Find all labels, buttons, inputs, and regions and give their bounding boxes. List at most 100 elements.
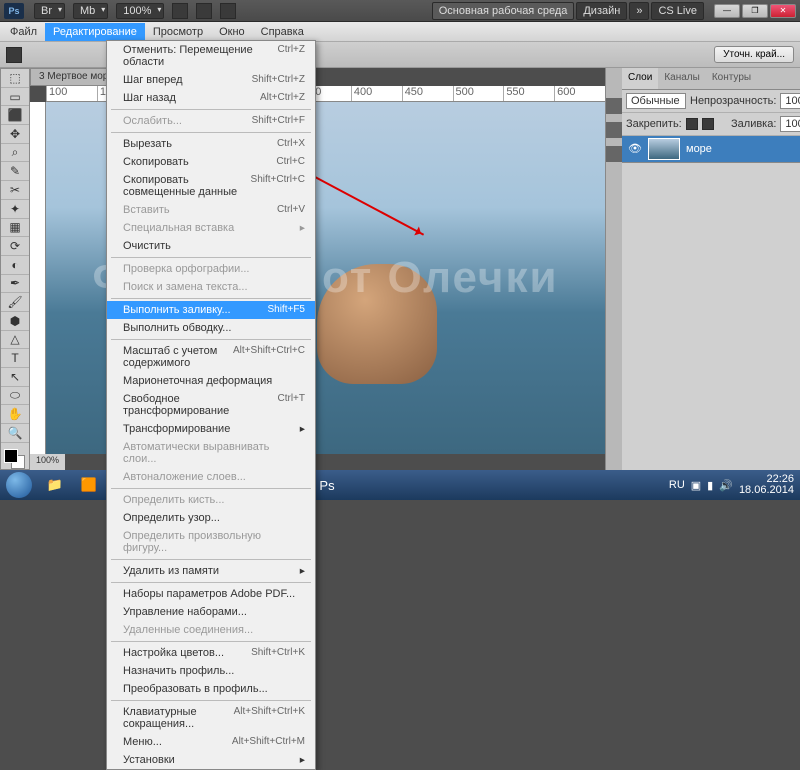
history-icon[interactable]: [606, 98, 622, 114]
tool-button[interactable]: ↖: [1, 368, 29, 387]
screenmode-icon[interactable]: [220, 3, 236, 19]
menu-item: Определить произвольную фигуру...: [107, 527, 315, 557]
refine-edge-button[interactable]: Уточн. край...: [714, 46, 794, 63]
fill-label: Заливка:: [731, 118, 776, 130]
minimize-button[interactable]: —: [714, 4, 740, 18]
task-photoshop-icon[interactable]: Ps: [312, 473, 342, 497]
menu-Просмотр[interactable]: Просмотр: [145, 23, 211, 41]
tray-network-icon[interactable]: ▮: [707, 479, 713, 492]
arrange-icon[interactable]: [196, 3, 212, 19]
cslive-button[interactable]: CS Live: [651, 2, 704, 20]
tool-button[interactable]: ✥: [1, 125, 29, 144]
app-titlebar: Ps Br Mb 100% Основная рабочая среда Диз…: [0, 0, 800, 22]
menu-item[interactable]: Настройка цветов...Shift+Ctrl+K: [107, 644, 315, 662]
menu-Справка[interactable]: Справка: [253, 23, 312, 41]
tray-flag-icon[interactable]: ▣: [691, 479, 701, 492]
tool-button[interactable]: T: [1, 349, 29, 368]
toolbox: ⬚▭⬛✥⌕✎✂✦▦⟳◐✒🖌⬢△T↖⬭✋🔍: [0, 68, 30, 470]
tool-button[interactable]: 🖌: [1, 293, 29, 312]
tool-button[interactable]: ⬢: [1, 312, 29, 331]
menu-item[interactable]: Выполнить обводку...: [107, 319, 315, 337]
workspace-more-button[interactable]: »: [629, 2, 649, 20]
lock-pixels-icon[interactable]: [686, 118, 698, 130]
menu-item[interactable]: Преобразовать в профиль...: [107, 680, 315, 698]
menu-item[interactable]: Трансформирование: [107, 420, 315, 438]
menu-item[interactable]: Выполнить заливку...Shift+F5: [107, 301, 315, 319]
layer-thumbnail[interactable]: [648, 138, 680, 160]
menu-item[interactable]: ВырезатьCtrl+X: [107, 135, 315, 153]
tool-button[interactable]: ✒: [1, 275, 29, 294]
tool-button[interactable]: ⟳: [1, 237, 29, 256]
menu-item[interactable]: Шаг назадAlt+Ctrl+Z: [107, 89, 315, 107]
menu-item: Проверка орфографии...: [107, 260, 315, 278]
menu-item[interactable]: Масштаб с учетом содержимогоAlt+Shift+Ct…: [107, 342, 315, 372]
marquee-tool-icon[interactable]: [6, 47, 22, 63]
tool-button[interactable]: ⬭: [1, 387, 29, 406]
tool-button[interactable]: △: [1, 331, 29, 350]
menu-item: Удаленные соединения...: [107, 621, 315, 639]
menu-item[interactable]: Удалить из памяти: [107, 562, 315, 580]
task-app-icon[interactable]: 🟧: [74, 473, 104, 497]
minibridge-dropdown[interactable]: Mb: [73, 3, 108, 19]
maximize-button[interactable]: ❐: [742, 4, 768, 18]
menu-item[interactable]: Наборы параметров Adobe PDF...: [107, 585, 315, 603]
menu-Окно[interactable]: Окно: [211, 23, 253, 41]
tool-button[interactable]: ◐: [1, 256, 29, 275]
character-icon[interactable]: [606, 122, 622, 138]
menu-Файл[interactable]: Файл: [2, 23, 45, 41]
panels: СлоиКаналыКонтуры Обычные Непрозрачность…: [605, 68, 800, 470]
menu-Редактирование[interactable]: Редактирование: [45, 23, 145, 41]
blend-mode-select[interactable]: Обычные: [626, 93, 686, 109]
bridge-dropdown[interactable]: Br: [34, 3, 65, 19]
workspace-design-button[interactable]: Дизайн: [576, 2, 627, 20]
windows-orb-icon: [6, 472, 32, 498]
paragraph-icon[interactable]: [606, 146, 622, 162]
menu-item[interactable]: Свободное трансформированиеCtrl+T: [107, 390, 315, 420]
tray-lang[interactable]: RU: [669, 479, 685, 491]
panel-tab-Каналы[interactable]: Каналы: [658, 68, 706, 89]
menu-item[interactable]: СкопироватьCtrl+C: [107, 153, 315, 171]
menu-item: ВставитьCtrl+V: [107, 201, 315, 219]
menu-item[interactable]: Шаг впередShift+Ctrl+Z: [107, 71, 315, 89]
menu-item[interactable]: Клавиатурные сокращения...Alt+Shift+Ctrl…: [107, 703, 315, 733]
tool-button[interactable]: ⬛: [1, 106, 29, 125]
tool-button[interactable]: 🔍: [1, 424, 29, 443]
layer-name[interactable]: море: [686, 143, 712, 155]
panel-tab-Слои[interactable]: Слои: [622, 68, 658, 89]
menu-item[interactable]: Меню...Alt+Shift+Ctrl+M: [107, 733, 315, 751]
fill-value[interactable]: 100%: [780, 116, 800, 132]
menu-item[interactable]: Назначить профиль...: [107, 662, 315, 680]
workspace-essentials-button[interactable]: Основная рабочая среда: [432, 2, 575, 20]
menu-item[interactable]: Управление наборами...: [107, 603, 315, 621]
zoom-dropdown[interactable]: 100%: [116, 3, 164, 19]
task-explorer-icon[interactable]: 📁: [40, 473, 70, 497]
panel-tab-Контуры[interactable]: Контуры: [706, 68, 757, 89]
layer-row[interactable]: 👁 море: [622, 136, 800, 163]
visibility-eye-icon[interactable]: 👁: [628, 142, 642, 156]
start-button[interactable]: [0, 470, 38, 500]
menu-item[interactable]: Марионеточная деформация: [107, 372, 315, 390]
fg-color-swatch[interactable]: [4, 449, 18, 463]
photoshop-logo-icon: Ps: [4, 3, 24, 19]
tray-clock[interactable]: 22:2618.06.2014: [739, 474, 794, 496]
hand-icon[interactable]: [172, 3, 188, 19]
canvas-status-zoom: 100%: [30, 454, 65, 470]
tool-button[interactable]: ▭: [1, 88, 29, 107]
tool-button[interactable]: ⬚: [1, 69, 29, 88]
tool-button[interactable]: ✦: [1, 200, 29, 219]
tool-button[interactable]: ▦: [1, 219, 29, 238]
tool-button[interactable]: ⌕: [1, 144, 29, 163]
menu-item: Автоналожение слоев...: [107, 468, 315, 486]
close-button[interactable]: ✕: [770, 4, 796, 18]
tool-button[interactable]: ✎: [1, 162, 29, 181]
lock-position-icon[interactable]: [702, 118, 714, 130]
menu-item[interactable]: Скопировать совмещенные данныеShift+Ctrl…: [107, 171, 315, 201]
opacity-value[interactable]: 100%: [780, 93, 800, 109]
tool-button[interactable]: ✂: [1, 181, 29, 200]
menu-item[interactable]: Установки: [107, 751, 315, 769]
tray-volume-icon[interactable]: 🔊: [719, 479, 733, 492]
menu-item[interactable]: Очистить: [107, 237, 315, 255]
tool-button[interactable]: ✋: [1, 405, 29, 424]
menu-item[interactable]: Определить узор...: [107, 509, 315, 527]
menu-item[interactable]: Отменить: Перемещение областиCtrl+Z: [107, 41, 315, 71]
